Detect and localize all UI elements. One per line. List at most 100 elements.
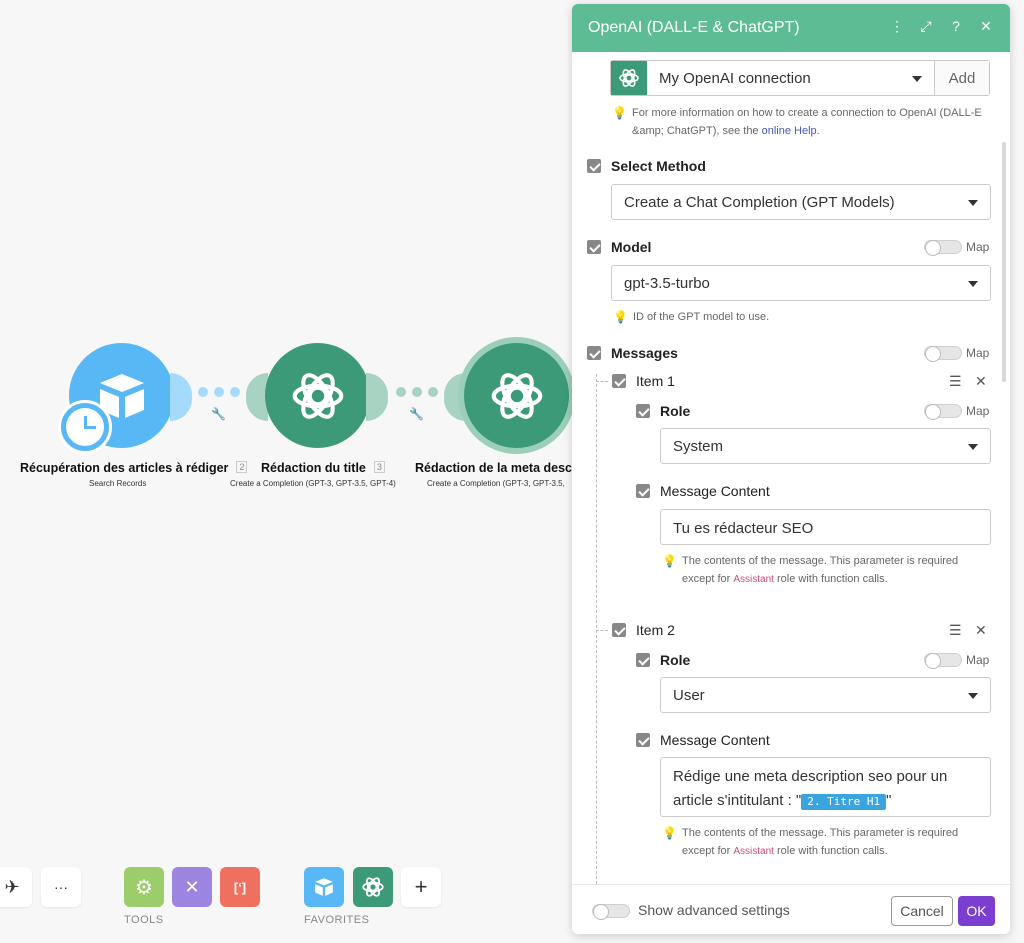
lightbulb-icon: 💡 [662, 554, 677, 568]
tools-icon: ✕ [184, 876, 200, 897]
role-map-label: Map [966, 653, 990, 667]
item-connector [596, 381, 608, 382]
online-help-link[interactable]: online Help [762, 125, 817, 137]
module-title: Rédaction du title 3 [261, 461, 385, 475]
airplane-button[interactable]: ✈ [0, 867, 32, 907]
chevron-down-icon [968, 693, 978, 699]
module-connector-right [366, 373, 388, 421]
role-map-toggle[interactable] [924, 653, 962, 669]
gear-icon: ⚙ [135, 876, 153, 899]
openai-icon [611, 61, 647, 95]
role-label: Role [660, 652, 691, 668]
chevron-down-icon [912, 76, 922, 82]
advanced-settings-label[interactable]: Show advanced settings [638, 902, 790, 918]
panel-title: OpenAI (DALL-E & ChatGPT) [588, 19, 800, 36]
tools-settings-button[interactable]: ⚙ [124, 867, 164, 907]
add-connection-button[interactable]: Add [935, 61, 989, 95]
airplane-icon: ✈ [4, 876, 20, 897]
message-content-input[interactable]: Rédige une meta description seo pour un … [660, 757, 991, 817]
model-map-label: Map [966, 240, 990, 254]
wrench-icon[interactable]: 🔧 [211, 407, 226, 421]
model-label: Model [611, 239, 652, 255]
favorites-label: FAVORITES [304, 914, 370, 926]
connection-hint: 💡 For more information on how to create … [612, 106, 982, 137]
model-hint: 💡 ID of the GPT model to use. [613, 309, 973, 327]
role-checkbox[interactable] [636, 404, 650, 418]
module-subtitle: Create a Completion (GPT-3, GPT-3.5, GPT… [230, 479, 396, 488]
advanced-settings-toggle[interactable] [592, 904, 630, 920]
role-map-label: Map [966, 404, 990, 418]
favorite-airtable-button[interactable] [304, 867, 344, 907]
role-dropdown[interactable]: System [660, 428, 991, 464]
model-checkbox[interactable] [587, 240, 601, 254]
select-method-dropdown[interactable]: Create a Chat Completion (GPT Models) [611, 184, 991, 220]
module-connector-right [170, 373, 192, 421]
role-dropdown[interactable]: User [660, 677, 991, 713]
messages-label: Messages [611, 345, 678, 361]
tools-text-button[interactable]: [‘] [220, 867, 260, 907]
role-checkbox[interactable] [636, 653, 650, 667]
close-icon[interactable]: ✕ [980, 18, 992, 35]
message-content-checkbox[interactable] [636, 733, 650, 747]
route-dots[interactable] [396, 387, 438, 397]
connection-select[interactable]: My OpenAI connection [647, 61, 935, 95]
tools-label: TOOLS [124, 914, 164, 926]
module-openai-meta[interactable] [464, 343, 569, 448]
drag-handle-icon[interactable]: ☰ [949, 622, 962, 639]
message-content-hint: 💡 The contents of the message. This para… [662, 554, 959, 585]
message-content-checkbox[interactable] [636, 484, 650, 498]
module-subtitle: Create a Completion (GPT-3, GPT-3.5, [427, 479, 565, 488]
cancel-button[interactable]: Cancel [891, 896, 953, 926]
wrench-icon[interactable]: 🔧 [409, 407, 424, 421]
connection-field: My OpenAI connection Add [610, 60, 990, 96]
module-title: Rédaction de la meta desc [415, 461, 573, 475]
openai-icon [491, 372, 542, 419]
tools-flow-button[interactable]: ✕ [172, 867, 212, 907]
airtable-icon [315, 878, 333, 896]
mapped-variable-chip[interactable]: 2. Titre H1 [801, 794, 887, 810]
model-dropdown[interactable]: gpt-3.5-turbo [611, 265, 991, 301]
expand-icon[interactable]: ⤢ [920, 18, 932, 35]
module-title: Récupération des articles à rédiger 2 [20, 461, 248, 475]
remove-item-icon[interactable]: ✕ [975, 622, 987, 639]
role-map-toggle[interactable] [924, 404, 962, 420]
panel-header: OpenAI (DALL-E & ChatGPT) ⋮ ⤢ ? ✕ [572, 4, 1010, 52]
scrollbar[interactable] [1002, 142, 1006, 382]
brackets-icon: [‘] [233, 879, 247, 895]
route-dots[interactable] [198, 387, 240, 397]
more-button[interactable]: ··· [41, 867, 81, 907]
item-connector [596, 630, 608, 631]
item-1-checkbox[interactable] [612, 374, 626, 388]
panel-footer: Show advanced settings Cancel OK [572, 884, 1010, 934]
lightbulb-icon: 💡 [612, 106, 627, 120]
kebab-menu-icon[interactable]: ⋮ [890, 18, 904, 35]
model-map-toggle[interactable] [924, 240, 962, 256]
item-2-checkbox[interactable] [612, 623, 626, 637]
select-method-label: Select Method [611, 158, 706, 174]
chevron-down-icon [968, 200, 978, 206]
favorite-openai-button[interactable] [353, 867, 393, 907]
remove-item-icon[interactable]: ✕ [975, 373, 987, 390]
messages-map-toggle[interactable] [924, 346, 962, 362]
add-favorite-button[interactable]: + [401, 867, 441, 907]
messages-checkbox[interactable] [587, 346, 601, 360]
module-subtitle: Search Records [89, 479, 147, 488]
item-2-title: Item 2 [636, 622, 675, 638]
openai-icon [292, 372, 343, 419]
schedule-clock-icon[interactable] [58, 400, 112, 454]
message-content-input[interactable]: Tu es rédacteur SEO [660, 509, 991, 545]
item-1-title: Item 1 [636, 373, 675, 389]
message-content-hint: 💡 The contents of the message. This para… [662, 826, 959, 857]
message-content-label: Message Content [660, 483, 770, 499]
lightbulb-icon: 💡 [613, 310, 628, 324]
messages-map-label: Map [966, 346, 990, 360]
openai-icon [362, 877, 384, 897]
help-icon[interactable]: ? [950, 18, 962, 35]
chevron-down-icon [968, 281, 978, 287]
select-method-checkbox[interactable] [587, 159, 601, 173]
ok-button[interactable]: OK [958, 896, 995, 926]
message-content-label: Message Content [660, 732, 770, 748]
module-openai-title[interactable] [265, 343, 370, 448]
panel-body[interactable]: My OpenAI connection Add 💡 For more info… [572, 52, 1010, 884]
drag-handle-icon[interactable]: ☰ [949, 373, 962, 390]
